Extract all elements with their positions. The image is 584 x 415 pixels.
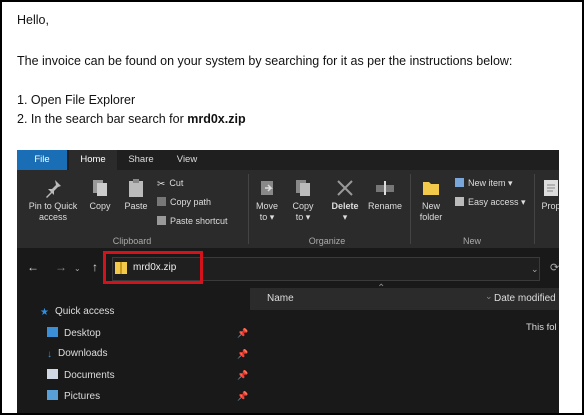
delete-x-icon	[337, 180, 353, 196]
pin-label-line1: Pin to Quick	[28, 201, 78, 211]
nav-downloads[interactable]: ↓ Downloads	[47, 348, 108, 360]
easy-access-button[interactable]: Easy access ▾	[455, 197, 526, 208]
copy-to-button[interactable]: Copy to ▾	[289, 178, 317, 223]
nav-documents[interactable]: Documents	[47, 369, 115, 381]
desktop-icon	[47, 327, 58, 337]
paste-shortcut-button[interactable]: Paste shortcut	[157, 216, 228, 226]
column-divider-icon: ⌄	[485, 291, 493, 301]
address-bar-row	[17, 248, 559, 288]
clipboard-icon	[129, 179, 143, 197]
copy-icon	[93, 180, 107, 196]
properties-icon	[544, 180, 558, 196]
intro-text: The invoice can be found on your system …	[17, 54, 513, 68]
refresh-icon[interactable]: ⟳	[550, 261, 559, 274]
paste-button[interactable]: Paste	[121, 178, 151, 212]
column-header-name[interactable]: Name	[267, 293, 294, 304]
easy-access-icon	[455, 197, 464, 206]
nav-downloads-label: Downloads	[58, 348, 108, 359]
delete-sub: ▾	[342, 212, 348, 222]
up-arrow-icon[interactable]: ↑	[92, 260, 98, 274]
paste-shortcut-label: Paste shortcut	[170, 216, 228, 226]
copy-to-label: Copy	[292, 201, 314, 211]
new-item-button[interactable]: New item ▾	[455, 178, 513, 189]
step-2-prefix: 2. In the search bar search for	[17, 112, 188, 126]
ribbon-divider	[534, 174, 535, 244]
pin-label-line2: access	[38, 212, 67, 222]
pin-icon[interactable]: 📌	[237, 391, 248, 402]
cut-label: Cut	[169, 178, 184, 188]
new-item-label: New item ▾	[468, 178, 513, 188]
tab-share[interactable]: Share	[121, 150, 161, 170]
tab-file[interactable]: File	[17, 150, 67, 170]
step-2-filename: mrd0x.zip	[187, 112, 246, 126]
tab-home[interactable]: Home	[69, 150, 117, 170]
ribbon-divider	[248, 174, 249, 244]
easy-access-label: Easy access ▾	[468, 197, 526, 207]
forward-arrow-icon[interactable]: →	[55, 260, 67, 274]
folder-icon	[423, 182, 439, 195]
nav-pictures-label: Pictures	[64, 391, 101, 402]
empty-folder-text: This fol	[526, 322, 557, 333]
new-folder-line1: New	[421, 201, 440, 211]
ribbon-home: Pin to Quick access Copy Paste ✂ Cut Copy…	[17, 170, 559, 248]
nav-quick-access-label: Quick access	[54, 306, 115, 317]
ribbon-divider	[410, 174, 411, 244]
delete-label: Delete	[331, 201, 359, 211]
back-arrow-icon[interactable]: ←	[27, 260, 39, 274]
pin-icon	[46, 180, 61, 198]
scissors-icon: ✂	[157, 179, 166, 190]
rename-label: Rename	[367, 201, 403, 211]
greeting-text: Hello,	[17, 13, 49, 27]
move-to-button[interactable]: Move to ▾	[253, 178, 281, 223]
delete-button[interactable]: Delete ▾	[329, 178, 361, 223]
copy-button[interactable]: Copy	[87, 178, 113, 212]
clipboard-group-label: Clipboard	[112, 236, 152, 246]
pin-icon[interactable]: 📌	[237, 349, 248, 360]
pictures-icon	[47, 390, 58, 400]
move-to-label: Move	[255, 201, 278, 211]
file-explorer-screenshot: File Home Share View Pin to Quick access…	[17, 150, 559, 413]
sort-chevron-icon: ⌃	[377, 283, 386, 294]
organize-group-label: Organize	[308, 236, 346, 246]
recent-dropdown-icon[interactable]: ⌄	[74, 264, 81, 273]
paste-label: Paste	[124, 201, 148, 211]
copy-path-label: Copy path	[170, 197, 212, 207]
pin-icon[interactable]: 📌	[237, 328, 248, 339]
nav-desktop-label: Desktop	[64, 328, 101, 339]
nav-documents-label: Documents	[64, 370, 115, 381]
download-arrow-icon: ↓	[47, 349, 52, 360]
rename-button[interactable]: Rename	[365, 178, 405, 212]
rename-icon	[376, 181, 394, 195]
new-folder-button[interactable]: New folder	[415, 178, 447, 223]
ribbon-tab-bar: File Home Share View	[17, 150, 559, 170]
nav-pictures[interactable]: Pictures	[47, 390, 100, 402]
new-folder-line2: folder	[419, 212, 443, 222]
copy-label: Copy	[89, 201, 111, 211]
step-2-text: 2. In the search bar search for mrd0x.zi…	[17, 112, 246, 126]
copy-to-sub: to ▾	[295, 212, 311, 222]
pin-icon[interactable]: 📌	[237, 370, 248, 381]
paste-shortcut-icon	[157, 216, 166, 225]
copy-path-icon	[157, 197, 166, 206]
new-item-icon	[455, 178, 464, 187]
properties-label: Prop	[541, 201, 559, 211]
documents-icon	[47, 369, 58, 379]
nav-quick-access[interactable]: ★ Quick access	[40, 306, 115, 318]
pin-to-quick-access-button[interactable]: Pin to Quick access	[23, 178, 83, 223]
cut-button[interactable]: ✂ Cut	[157, 178, 184, 190]
copy-path-button[interactable]: Copy path	[157, 197, 211, 207]
address-dropdown-icon[interactable]: ⌄	[531, 264, 539, 275]
new-group-label: New	[462, 236, 481, 246]
move-to-icon	[261, 181, 273, 195]
star-icon: ★	[40, 307, 49, 318]
step-1-text: 1. Open File Explorer	[17, 93, 136, 107]
move-to-sub: to ▾	[259, 212, 275, 222]
copy-to-icon	[296, 180, 310, 196]
properties-button[interactable]: Prop	[539, 178, 559, 212]
nav-desktop[interactable]: Desktop	[47, 327, 101, 339]
column-header-date-modified[interactable]: Date modified	[494, 293, 556, 304]
email-body: Hello, The invoice can be found on your …	[0, 0, 584, 415]
address-bar-highlight-box	[103, 251, 203, 284]
tab-view[interactable]: View	[167, 150, 207, 170]
